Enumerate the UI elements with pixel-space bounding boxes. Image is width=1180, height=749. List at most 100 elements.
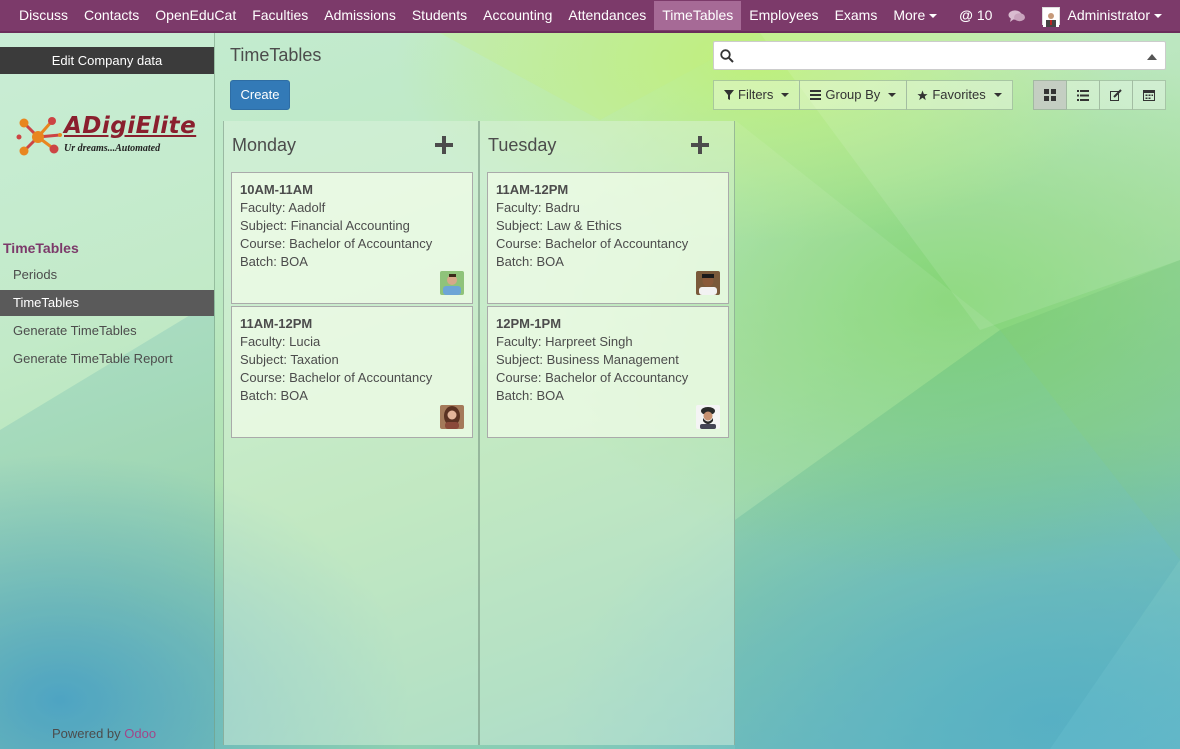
user-avatar: [1042, 7, 1061, 28]
card-course: Course: Bachelor of Accountancy: [240, 370, 433, 385]
bars-icon: [810, 90, 822, 100]
filter-icon: [724, 90, 734, 100]
card-time: 11AM-12PM: [240, 316, 313, 331]
faculty-avatar: [696, 405, 720, 429]
card-faculty: Faculty: Aadolf: [240, 200, 326, 215]
chat-button[interactable]: [1000, 1, 1034, 30]
timetable-card[interactable]: 10AM-11AM Faculty: Aadolf Subject: Finan…: [231, 172, 473, 304]
group-by-label: Group By: [825, 87, 881, 102]
search-options-toggle-icon[interactable]: [1147, 54, 1157, 60]
menu-discuss[interactable]: Discuss: [11, 1, 76, 30]
menu-contacts[interactable]: Contacts: [76, 1, 147, 30]
powered-by-label: Powered by: [52, 726, 121, 741]
calendar-view-button[interactable]: [1132, 80, 1166, 110]
favorites-button[interactable]: Favorites: [906, 80, 1013, 110]
logo-title: ADigiElite: [64, 113, 197, 139]
chat-icon: [1008, 10, 1026, 23]
form-view-button[interactable]: [1099, 80, 1133, 110]
kanban-column-monday: Monday 10AM-11AM Faculty: Aadolf Subject…: [223, 121, 479, 745]
column-title: Monday: [232, 135, 297, 155]
company-logo: ADigiElite Ur dreams...Automated: [16, 113, 196, 163]
menu-admissions[interactable]: Admissions: [316, 1, 404, 30]
th-large-icon: [1044, 89, 1056, 101]
user-name: Administrator: [1067, 7, 1150, 23]
faculty-avatar: [696, 271, 720, 295]
menu-attendances[interactable]: Attendances: [560, 1, 654, 30]
systray: @ 10 Administrator: [951, 0, 1180, 31]
list-view-button[interactable]: [1066, 80, 1100, 110]
card-time: 10AM-11AM: [240, 182, 313, 197]
card-faculty: Faculty: Lucia: [240, 334, 321, 349]
sidebar-section-timetables: TimeTables: [3, 240, 79, 256]
card-faculty: Faculty: Badru: [496, 200, 580, 215]
list-icon: [1077, 89, 1089, 101]
sidebar-item-timetables[interactable]: TimeTables: [0, 290, 214, 316]
card-batch: Batch: BOA: [496, 254, 564, 269]
card-batch: Batch: BOA: [240, 388, 308, 403]
card-subject: Subject: Financial Accounting: [240, 218, 410, 233]
chevron-down-icon: [1154, 14, 1162, 19]
timetable-card[interactable]: 11AM-12PM Faculty: Lucia Subject: Taxati…: [231, 306, 473, 438]
filters-label: Filters: [738, 87, 774, 102]
card-course: Course: Bachelor of Accountancy: [496, 370, 689, 385]
menu-employees[interactable]: Employees: [741, 1, 826, 30]
menu-students[interactable]: Students: [404, 1, 475, 30]
card-faculty: Faculty: Harpreet Singh: [496, 334, 633, 349]
filters-button[interactable]: Filters: [713, 80, 801, 110]
card-time: 11AM-12PM: [496, 182, 569, 197]
menu-faculties[interactable]: Faculties: [244, 1, 316, 30]
sidebar-item-periods[interactable]: Periods: [0, 262, 214, 288]
add-card-icon[interactable]: [434, 135, 454, 155]
kanban-column-tuesday: Tuesday 11AM-12PM Faculty: Badru Subject…: [479, 121, 735, 745]
card-time: 12PM-1PM: [496, 316, 562, 331]
logo-tagline: Ur dreams...Automated: [64, 143, 161, 154]
main-menu: Discuss Contacts OpenEduCat Faculties Ad…: [0, 0, 945, 31]
search-bar: [713, 41, 1166, 70]
sidebar-item-generate-timetable-report[interactable]: Generate TimeTable Report: [0, 346, 214, 372]
chevron-down-icon: [993, 93, 1002, 97]
sidebar: Edit Company data ADigiElite Ur dreams..…: [0, 33, 215, 749]
logo-molecule-icon: [16, 117, 62, 156]
page-title: TimeTables: [230, 45, 322, 65]
menu-more[interactable]: More: [885, 1, 945, 30]
mentions-count: 10: [976, 7, 993, 23]
at-icon: @: [959, 7, 973, 23]
sidebar-item-generate-timetables[interactable]: Generate TimeTables: [0, 318, 214, 344]
mentions-button[interactable]: @ 10: [951, 1, 1000, 30]
card-subject: Subject: Law & Ethics: [496, 218, 622, 233]
create-button[interactable]: Create: [230, 80, 290, 110]
search-options: Filters Group By Favorites: [713, 80, 1013, 110]
column-title: Tuesday: [488, 135, 557, 155]
chevron-down-icon: [888, 93, 897, 97]
menu-openeducat[interactable]: OpenEduCat: [147, 1, 244, 30]
faculty-avatar: [440, 405, 464, 429]
favorites-label: Favorites: [932, 87, 986, 102]
card-subject: Subject: Taxation: [240, 352, 339, 367]
search-icon: [720, 49, 734, 63]
powered-by: Powered by Odoo: [52, 726, 156, 741]
group-by-button[interactable]: Group By: [799, 80, 908, 110]
calendar-icon: [1143, 90, 1155, 101]
menu-exams[interactable]: Exams: [827, 1, 886, 30]
card-batch: Batch: BOA: [496, 388, 564, 403]
card-course: Course: Bachelor of Accountancy: [496, 236, 689, 251]
user-menu[interactable]: Administrator: [1034, 1, 1170, 30]
star-icon: [917, 89, 928, 100]
odoo-link[interactable]: Odoo: [124, 726, 156, 741]
card-subject: Subject: Business Management: [496, 352, 679, 367]
chevron-down-icon: [929, 14, 938, 19]
view-switcher: [1033, 80, 1166, 110]
add-card-icon[interactable]: [690, 135, 710, 155]
menu-accounting[interactable]: Accounting: [475, 1, 560, 30]
menu-timetables[interactable]: TimeTables: [654, 1, 742, 30]
chevron-down-icon: [781, 93, 790, 97]
timetable-card[interactable]: 11AM-12PM Faculty: Badru Subject: Law & …: [487, 172, 729, 304]
edit-company-button[interactable]: Edit Company data: [0, 47, 214, 74]
kanban-view-button[interactable]: [1033, 80, 1067, 110]
timetable-card[interactable]: 12PM-1PM Faculty: Harpreet Singh Subject…: [487, 306, 729, 438]
card-course: Course: Bachelor of Accountancy: [240, 236, 433, 251]
search-input[interactable]: [738, 46, 1138, 66]
faculty-avatar: [440, 271, 464, 295]
card-batch: Batch: BOA: [240, 254, 308, 269]
top-navbar: Discuss Contacts OpenEduCat Faculties Ad…: [0, 0, 1180, 33]
